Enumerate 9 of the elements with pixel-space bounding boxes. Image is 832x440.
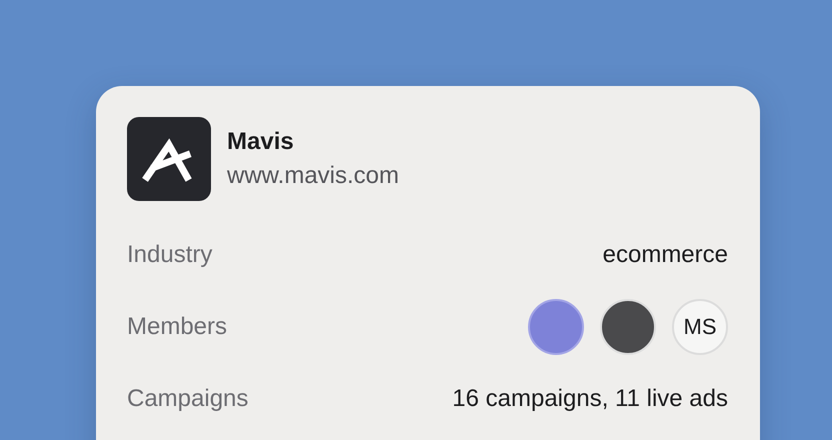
company-website: www.mavis.com — [227, 162, 400, 190]
detail-value: 16 campaigns, 11 live ads — [452, 385, 728, 413]
detail-label: Campaigns — [127, 385, 248, 413]
detail-value: ecommerce — [602, 241, 728, 269]
detail-label: Members — [127, 313, 228, 341]
initials-avatar: MS — [672, 299, 728, 355]
detail-label: Industry — [127, 241, 212, 269]
company-name: Mavis — [227, 128, 295, 156]
logo-icon — [127, 117, 211, 201]
